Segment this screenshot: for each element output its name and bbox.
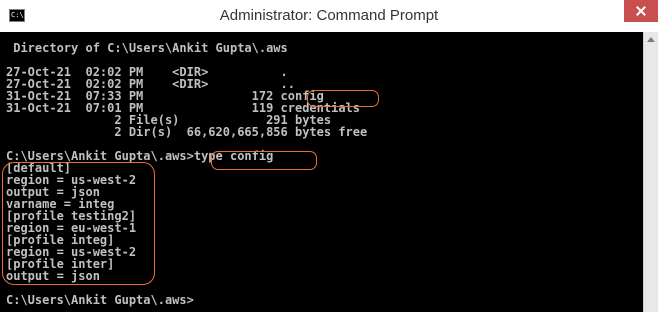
console-line-prompt: C:\Users\Ankit Gupta\.aws> — [6, 293, 194, 307]
console-text: Directory of C:\Users\Ankit Gupta\.aws 27… — [6, 42, 367, 306]
window-title: Administrator: Command Prompt — [219, 7, 439, 24]
console-line-directory: Directory of C:\Users\Ankit Gupta\.aws — [6, 41, 288, 55]
title-bar[interactable]: C:\. Administrator: Command Prompt — [0, 0, 658, 32]
console-output[interactable]: Directory of C:\Users\Ankit Gupta\.aws 27… — [0, 32, 643, 312]
close-button[interactable] — [624, 0, 658, 22]
console-line-dir-count: 2 Dir(s) 66,620,665,856 bytes free — [6, 125, 368, 139]
command-prompt-window: C:\. Administrator: Command Prompt Direc… — [0, 0, 658, 312]
vertical-scrollbar[interactable] — [643, 32, 658, 312]
scroll-up-arrow-icon[interactable] — [647, 37, 655, 42]
config-line-output: output = json — [6, 269, 100, 283]
